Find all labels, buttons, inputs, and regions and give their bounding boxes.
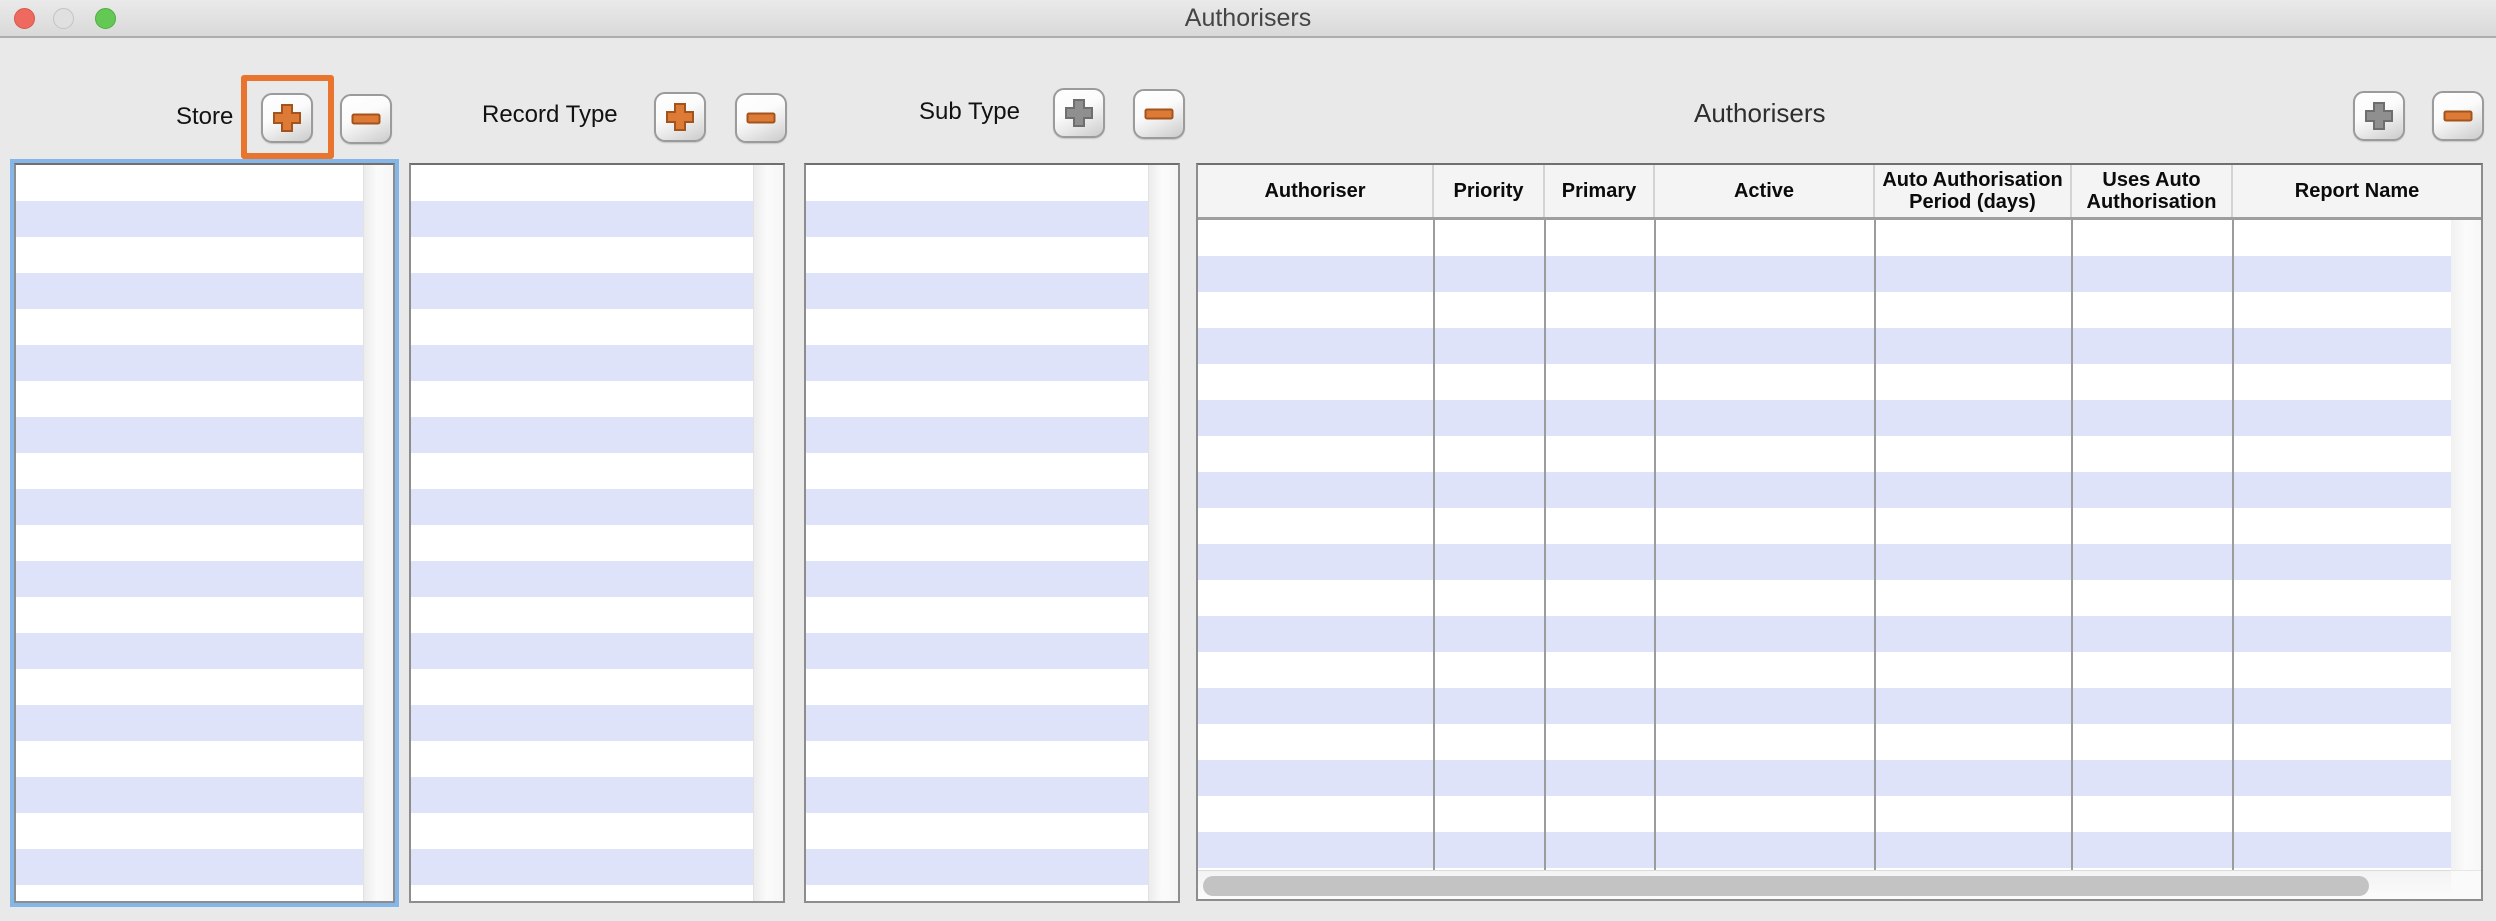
authorisers-window: Authorisers Store Record Type Sub Type A… (0, 0, 2496, 921)
minus-icon (2443, 101, 2473, 131)
table-body[interactable] (1198, 220, 2451, 870)
store-list-rows[interactable] (16, 165, 363, 901)
column-header-authoriser: Authoriser (1198, 165, 1434, 217)
record-type-list-rows[interactable] (411, 165, 753, 901)
sub-type-remove-button[interactable] (1133, 89, 1185, 139)
authorisers-add-button[interactable] (2353, 91, 2405, 141)
column-header-report-name: Report Name (2233, 165, 2481, 217)
column-separator (1544, 220, 1546, 870)
plus-icon (1064, 98, 1094, 128)
column-separator (2071, 220, 2073, 870)
table-vertical-scrollbar-track[interactable] (2451, 220, 2481, 870)
store-list[interactable] (14, 163, 395, 903)
column-header-auto-period: Auto Authorisation Period (days) (1875, 165, 2072, 217)
table-horizontal-scrollbar-track[interactable] (1198, 870, 2451, 899)
column-separator (1654, 220, 1656, 870)
horizontal-scrollbar-thumb[interactable] (1203, 876, 2369, 896)
store-add-button[interactable] (261, 93, 313, 143)
authorisers-remove-button[interactable] (2432, 91, 2484, 141)
store-list-scrollbar-track[interactable] (363, 165, 393, 901)
window-title: Authorisers (0, 0, 2496, 36)
plus-icon (2364, 101, 2394, 131)
column-header-priority: Priority (1434, 165, 1545, 217)
plus-icon (272, 103, 302, 133)
column-header-uses-auto: Uses Auto Authorisation (2072, 165, 2233, 217)
column-header-primary: Primary (1545, 165, 1655, 217)
title-bar: Authorisers (0, 0, 2496, 38)
record-type-label: Record Type (482, 101, 618, 129)
authorisers-heading: Authorisers (1694, 98, 1826, 129)
authorisers-table: AuthoriserPriorityPrimaryActiveAuto Auth… (1196, 163, 2483, 901)
column-separator (1433, 220, 1435, 870)
store-remove-button[interactable] (340, 94, 392, 144)
record-type-list-scrollbar-track[interactable] (753, 165, 783, 901)
sub-type-list[interactable] (804, 163, 1180, 903)
minus-icon (351, 104, 381, 134)
record-type-remove-button[interactable] (735, 93, 787, 143)
store-label: Store (176, 103, 233, 131)
sub-type-label: Sub Type (919, 98, 1020, 126)
record-type-list[interactable] (409, 163, 785, 903)
table-header-row: AuthoriserPriorityPrimaryActiveAuto Auth… (1198, 165, 2481, 220)
sub-type-list-scrollbar-track[interactable] (1148, 165, 1178, 901)
minus-icon (746, 103, 776, 133)
sub-type-list-rows[interactable] (806, 165, 1148, 901)
sub-type-add-button[interactable] (1053, 88, 1105, 138)
minus-icon (1144, 99, 1174, 129)
column-header-active: Active (1655, 165, 1875, 217)
scrollbar-corner (2451, 870, 2481, 899)
column-separator (2232, 220, 2234, 870)
column-separator (1874, 220, 1876, 870)
record-type-add-button[interactable] (654, 92, 706, 142)
plus-icon (665, 102, 695, 132)
